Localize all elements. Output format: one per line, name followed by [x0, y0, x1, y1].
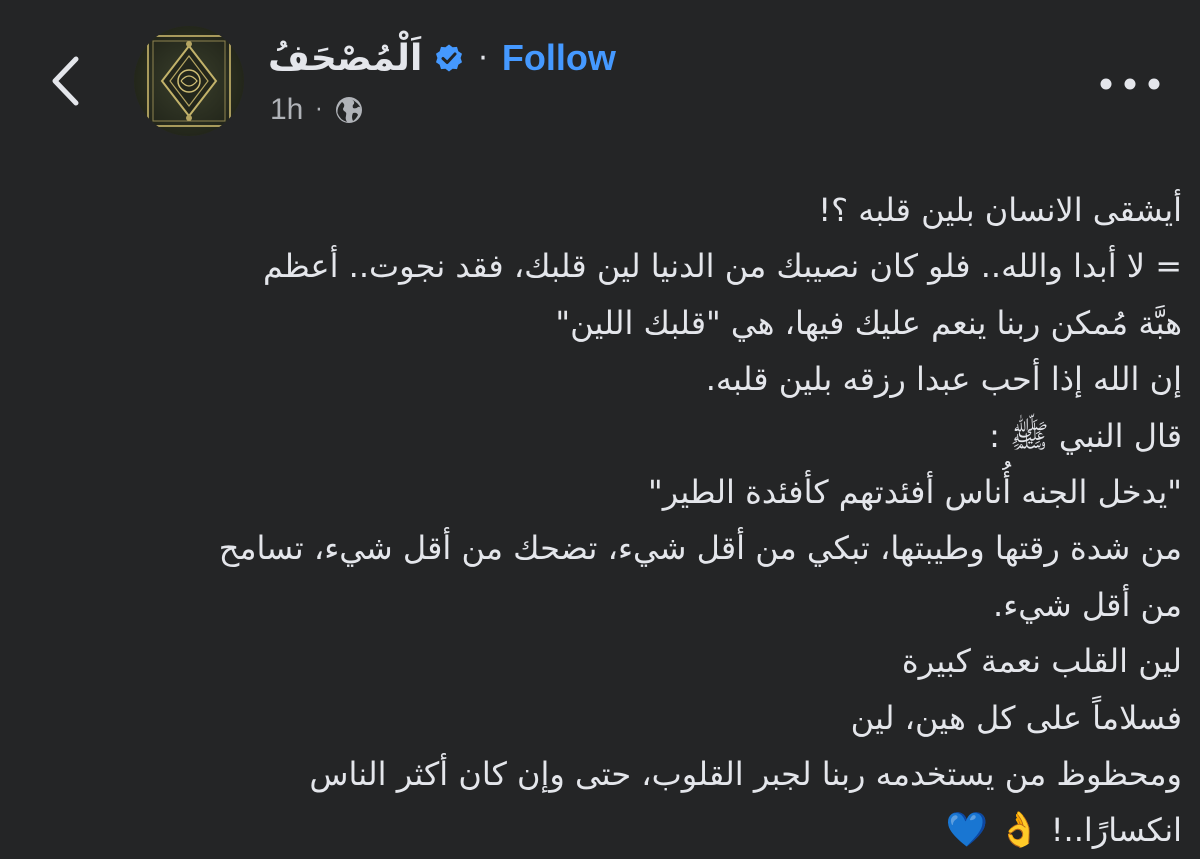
meta-separator: · — [315, 97, 323, 123]
globe-icon[interactable] — [334, 95, 364, 125]
post-line: من شدة رقتها وطيبتها، تبكي من أقل شيء، ت… — [218, 529, 1182, 568]
post-line: قال النبي ﷺ : — [989, 416, 1182, 455]
post-line: "يدخل الجنه أُناس أفئدتهم كأفئدة الطير" — [647, 473, 1182, 512]
post-line: أيشقى الانسان بلين قلبه ؟! — [818, 191, 1182, 229]
post-line: ومحظوظ من يستخدمه ربنا لجبر القلوب، حتى … — [309, 755, 1182, 794]
follow-button[interactable]: Follow — [502, 37, 616, 79]
post-text: أيشقى الانسان بلين قلبه ؟! = لا أبدا وال… — [20, 182, 1182, 859]
post-line: من أقل شيء. — [993, 585, 1182, 624]
more-options-button[interactable] — [1090, 64, 1170, 104]
post-line: = لا أبدا والله.. فلو كان نصيبك من الدني… — [262, 247, 1182, 286]
post-meta: 1h · — [270, 88, 364, 132]
post-last-line: انكسارًا..! 👌 💙 — [20, 802, 1182, 858]
back-button[interactable] — [40, 46, 90, 116]
ok-hand-emoji: 👌 — [998, 810, 1041, 851]
verified-badge-icon — [436, 44, 463, 72]
avatar[interactable] — [134, 26, 244, 136]
more-horizontal-icon — [1100, 78, 1160, 90]
post-header: اَلْمُصْحَفُ · Follow — [268, 30, 616, 86]
post-line: لين القلب نعمة كبيرة — [901, 642, 1182, 681]
header-separator: · — [478, 40, 488, 76]
quran-cover-image — [134, 26, 244, 136]
blue-heart-emoji: 💙 — [945, 810, 989, 851]
post-line: إن الله إذا أحب عبدا رزقه بلين قلبه. — [705, 360, 1182, 399]
chevron-left-icon — [52, 56, 79, 106]
post-line: هبَّة مُمكن ربنا ينعم عليك فيها، هي "قلب… — [555, 303, 1182, 342]
post-time[interactable]: 1h — [270, 93, 303, 127]
post-line: فسلاماً على كل هين، لين — [850, 698, 1182, 737]
page-name[interactable]: اَلْمُصْحَفُ — [268, 38, 422, 79]
post-line-text: انكسارًا..! — [1050, 811, 1182, 850]
